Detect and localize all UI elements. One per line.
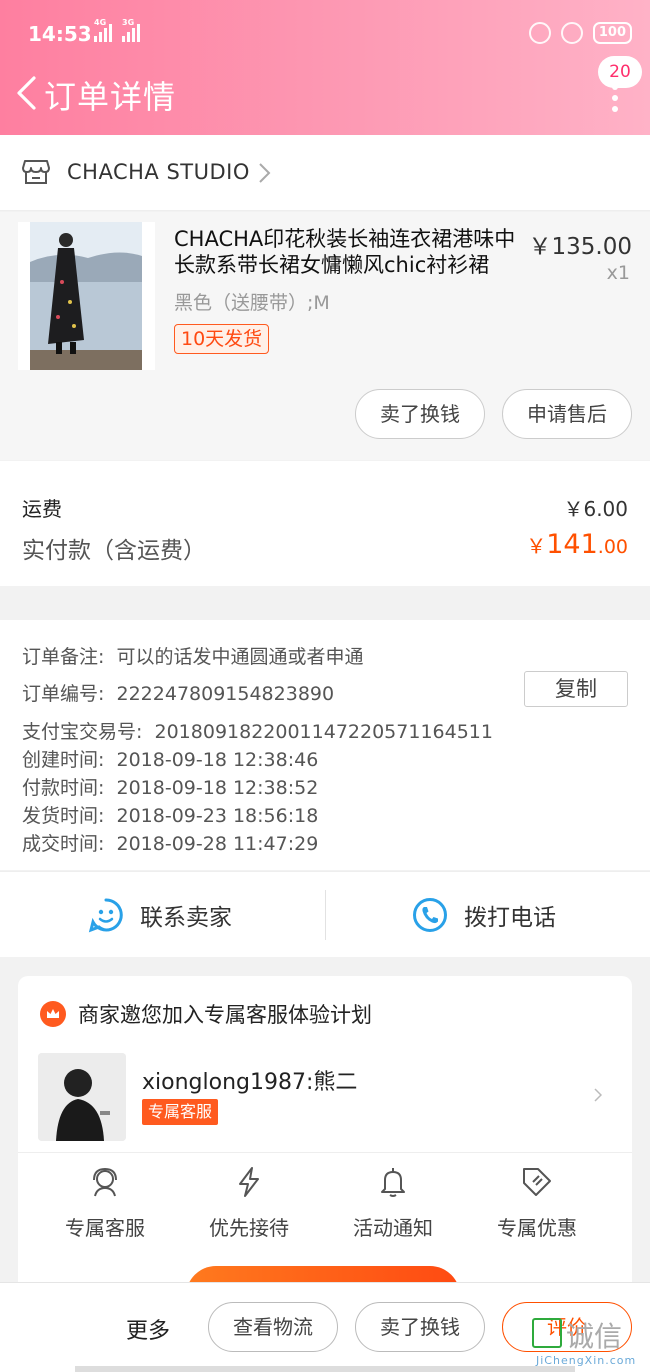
shop-row[interactable]: CHACHA STUDIO [0, 135, 650, 211]
order-remark: 订单备注: 可以的话发中通圆通或者申通 [22, 646, 364, 668]
headset-icon [93, 1167, 117, 1197]
shipped-time: 发货时间: 2018-09-23 18:56:18 [22, 805, 319, 827]
page-title: 订单详情 [44, 78, 177, 116]
header: 14:53 4G 3G 100 订单详情 20 [0, 0, 650, 135]
order-info: 订单备注: 可以的话发中通圆通或者申通 订单编号: 22224780915482… [0, 620, 650, 870]
contact-divider [325, 890, 326, 940]
status-bar: 14:53 4G 3G 100 [28, 18, 632, 50]
nfc-icon [528, 22, 551, 44]
feature-activity-notice[interactable]: 活动通知 [333, 1166, 453, 1241]
sell-for-cash-button-bottom[interactable]: 卖了换钱 [355, 1302, 485, 1352]
phone-icon [413, 898, 447, 932]
product-image[interactable] [18, 222, 155, 370]
shop-name[interactable]: CHACHA STUDIO [67, 160, 250, 184]
divider [18, 1152, 632, 1153]
feature-exclusive-discount[interactable]: 专属优惠 [477, 1166, 597, 1241]
paid-time: 付款时间: 2018-09-18 12:38:52 [22, 777, 319, 799]
feature-exclusive-service[interactable]: 专属客服 [45, 1166, 165, 1241]
crown-icon [40, 1001, 66, 1027]
product-photo [30, 222, 142, 370]
contact-seller-button[interactable]: 联系卖家 [88, 872, 232, 958]
agent-avatar[interactable] [38, 1053, 126, 1141]
lock-rotation-icon [560, 22, 583, 44]
view-logistics-button[interactable]: 查看物流 [208, 1302, 338, 1352]
exclusive-service-card: 商家邀您加入专属客服体验计划 xionglong1987:熊二 专属客服 专属客… [18, 976, 632, 1326]
product-block: CHACHA印花秋装长袖连衣裙港味中长款系带长裙女慵懒风chic衬衫裙 ￥135… [0, 212, 650, 460]
coupon-icon [523, 1168, 551, 1196]
product-title[interactable]: CHACHA印花秋装长袖连衣裙港味中长款系带长裙女慵懒风chic衬衫裙 [174, 226, 524, 278]
watermark-text: 诚信 [566, 1320, 623, 1353]
product-quantity: x1 [606, 262, 630, 284]
payment-summary: 运费 ￥6.00 实付款（含运费） ￥141.00 [0, 461, 650, 586]
status-right: 100 [528, 22, 632, 44]
watermark-logo-icon [532, 1318, 562, 1348]
signal-3g-icon: 3G [122, 18, 140, 42]
freight-value: ￥6.00 [563, 497, 628, 521]
more-menu-icon[interactable] [610, 84, 620, 114]
agent-tag: 专属客服 [142, 1099, 219, 1125]
back-arrow-icon[interactable] [14, 76, 40, 110]
battery-icon: 100 [592, 22, 632, 44]
product-price: ￥135.00 [528, 234, 632, 260]
signal-4g-icon: 4G [94, 18, 112, 42]
service-card-header: 商家邀您加入专属客服体验计划 [40, 999, 372, 1029]
product-spec: 黑色（送腰带）;M [174, 292, 330, 314]
agent-name[interactable]: xionglong1987:熊二 [142, 1064, 357, 1096]
more-button[interactable]: 更多 [126, 1313, 170, 1345]
service-card-title: 商家邀您加入专属客服体验计划 [78, 1003, 372, 1027]
message-count-badge[interactable]: 20 [598, 56, 642, 88]
watermark: 诚信 JiChengXin.com [532, 1318, 644, 1372]
chevron-right-icon [259, 163, 271, 183]
shipping-time-tag: 10天发货 [174, 324, 270, 354]
nav-bar: 订单详情 20 [0, 56, 650, 122]
created-time: 创建时间: 2018-09-18 12:38:46 [22, 749, 319, 771]
chat-face-icon [88, 898, 123, 933]
status-time: 14:53 [28, 22, 92, 46]
paid-amount-label: 实付款（含运费） [22, 538, 206, 564]
store-icon [22, 160, 50, 184]
bell-icon [381, 1168, 405, 1197]
contact-bar: 联系卖家 拨打电话 [0, 871, 650, 957]
alipay-trade-number: 支付宝交易号: 2018091822001147220571164511 [22, 721, 493, 743]
lightning-icon [239, 1167, 259, 1197]
chevron-right-icon[interactable] [594, 1088, 602, 1102]
freight-label: 运费 [22, 497, 62, 521]
completed-time: 成交时间: 2018-09-28 11:47:29 [22, 833, 319, 855]
after-sale-button[interactable]: 申请售后 [502, 389, 632, 439]
sell-for-cash-button[interactable]: 卖了换钱 [355, 389, 485, 439]
call-phone-button[interactable]: 拨打电话 [412, 872, 556, 958]
network-indicators: 4G 3G [94, 18, 140, 42]
feature-priority-reception[interactable]: 优先接待 [189, 1166, 309, 1241]
order-number: 订单编号: 222247809154823890 [22, 683, 335, 705]
home-indicator [75, 1366, 575, 1372]
paid-amount: ￥141.00 [526, 529, 628, 560]
copy-order-number-button[interactable]: 复制 [524, 671, 628, 707]
watermark-subtext: JiChengXin.com [536, 1354, 637, 1367]
